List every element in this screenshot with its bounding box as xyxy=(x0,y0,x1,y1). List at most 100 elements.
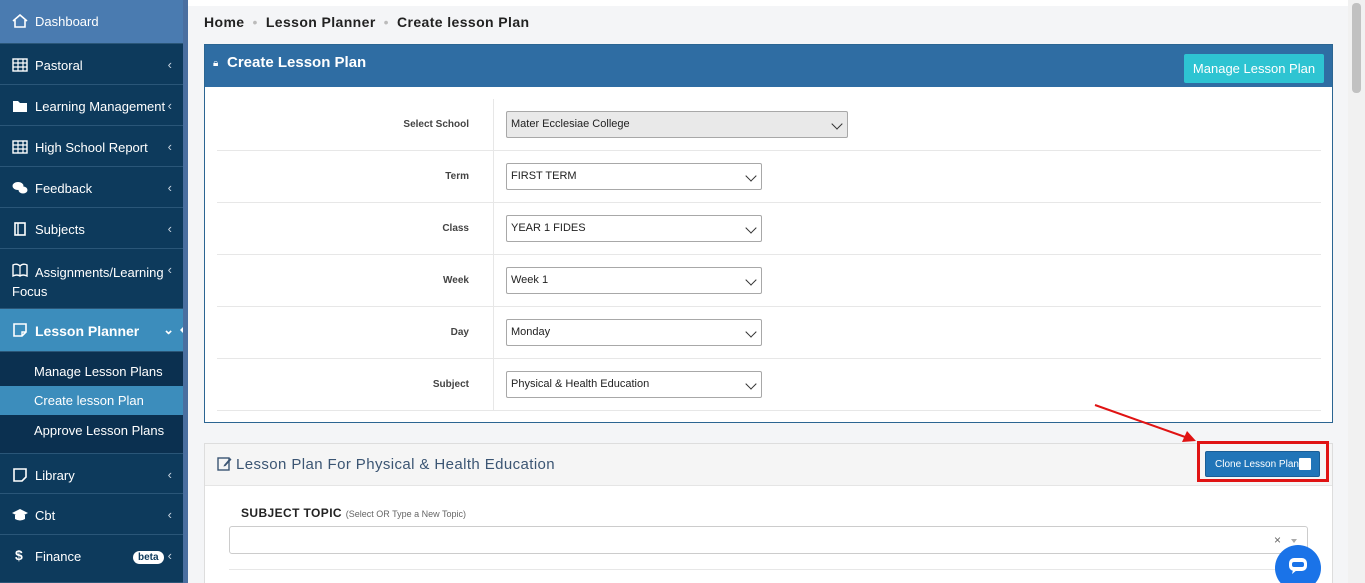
select-value: Week 1 xyxy=(511,274,549,286)
chevron-left-icon: ‹ xyxy=(167,548,172,563)
clear-icon[interactable]: × xyxy=(1274,533,1281,547)
topic-label-text: SUBJECT TOPIC xyxy=(241,506,342,520)
panel-header: 🔒︎ Create Lesson Plan Manage Lesson Plan xyxy=(205,45,1332,87)
sidebar: Dashboard Pastoral ‹ Learning Management… xyxy=(0,0,188,583)
button-label: Clone Lesson Plan xyxy=(1215,459,1299,470)
form-row-day: Day Monday xyxy=(217,307,1321,359)
form-row-school: Select School Mater Ecclesiae College xyxy=(217,99,1321,151)
sidebar-item-assignments[interactable]: Assignments/Learning Focus ‹ xyxy=(0,249,188,309)
chevron-left-icon: ‹ xyxy=(167,180,172,195)
field-label: Class xyxy=(442,223,469,234)
row-divider xyxy=(493,99,494,151)
sidebar-item-label: Assignments/Learning Focus xyxy=(12,265,164,299)
subject-topic-select[interactable]: × xyxy=(229,526,1308,554)
term-select[interactable]: FIRST TERM xyxy=(506,163,762,190)
subject-select[interactable]: Physical & Health Education xyxy=(506,371,762,398)
home-icon xyxy=(12,14,28,28)
sidebar-item-label: Finance xyxy=(35,549,82,564)
create-lesson-plan-panel: 🔒︎ Create Lesson Plan Manage Lesson Plan… xyxy=(204,44,1333,423)
caret-down-icon xyxy=(1291,539,1297,543)
sidebar-item-subjects[interactable]: Subjects ‹ xyxy=(0,208,188,249)
chevron-left-icon: ‹ xyxy=(167,507,172,522)
scrollbar[interactable] xyxy=(1348,0,1365,583)
breadcrumb: Home • Lesson Planner • Create lesson Plan xyxy=(204,14,529,30)
panel-title: Create Lesson Plan xyxy=(227,54,367,71)
breadcrumb-lesson-planner[interactable]: Lesson Planner xyxy=(266,14,376,30)
sidebar-item-finance[interactable]: $ Finance beta ‹ xyxy=(0,535,188,583)
row-divider xyxy=(493,203,494,255)
day-select[interactable]: Monday xyxy=(506,319,762,346)
select-value: FIRST TERM xyxy=(511,170,577,182)
chevron-down-icon xyxy=(745,326,757,338)
row-divider xyxy=(229,569,1308,570)
school-select[interactable]: Mater Ecclesiae College xyxy=(506,111,848,138)
form-row-class: Class YEAR 1 FIDES xyxy=(217,203,1321,255)
chevron-down-icon xyxy=(745,222,757,234)
panel-title: Lesson Plan For Physical & Health Educat… xyxy=(236,456,556,473)
row-divider xyxy=(493,307,494,359)
chevron-left-icon: ‹ xyxy=(167,262,172,277)
submenu-create-lesson-plan[interactable]: Create lesson Plan xyxy=(0,386,188,415)
submenu-approve-lesson-plans[interactable]: Approve Lesson Plans xyxy=(0,416,188,445)
breadcrumb-home[interactable]: Home xyxy=(204,14,245,30)
beta-badge: beta xyxy=(133,551,164,564)
chat-widget-button[interactable] xyxy=(1275,545,1321,583)
sidebar-item-library[interactable]: Library ‹ xyxy=(0,453,188,494)
sidebar-item-label: Learning Management xyxy=(35,99,166,114)
week-select[interactable]: Week 1 xyxy=(506,267,762,294)
chevron-left-icon: ‹ xyxy=(167,139,172,154)
sidebar-item-cbt[interactable]: Cbt ‹ xyxy=(0,494,188,535)
scrollbar-thumb[interactable] xyxy=(1352,3,1361,93)
sidebar-item-dashboard[interactable]: Dashboard xyxy=(0,0,188,44)
sidebar-item-label: Lesson Planner xyxy=(35,323,140,339)
row-divider xyxy=(493,151,494,203)
chat-bubble-icon xyxy=(1289,558,1307,574)
chevron-left-icon: ‹ xyxy=(167,98,172,113)
lesson-planner-submenu: Manage Lesson Plans Create lesson Plan A… xyxy=(0,352,188,453)
sidebar-item-label: Dashboard xyxy=(35,14,99,29)
select-value: YEAR 1 FIDES xyxy=(511,222,586,234)
annotation-arrow xyxy=(1094,404,1196,442)
sidebar-item-learning-management[interactable]: Learning Management ‹ xyxy=(0,85,188,126)
folder-icon xyxy=(13,101,27,112)
breadcrumb-separator: • xyxy=(252,14,258,30)
note-icon xyxy=(13,323,27,337)
external-edit-icon xyxy=(1299,458,1311,470)
chevron-down-icon xyxy=(745,170,757,182)
row-divider xyxy=(493,255,494,307)
chevron-down-icon xyxy=(745,274,757,286)
clone-lesson-plan-button[interactable]: Clone Lesson Plan xyxy=(1205,451,1320,477)
submenu-manage-lesson-plans[interactable]: Manage Lesson Plans xyxy=(0,357,188,386)
edit-icon xyxy=(217,457,232,471)
sidebar-item-label: Library xyxy=(35,468,75,483)
sidebar-item-feedback[interactable]: Feedback ‹ xyxy=(0,167,188,208)
book-icon xyxy=(13,468,27,482)
select-value: Mater Ecclesiae College xyxy=(511,118,630,130)
sidebar-item-lesson-planner[interactable]: Lesson Planner ⌄ xyxy=(0,309,188,352)
table-icon xyxy=(12,140,28,154)
sidebar-item-high-school-report[interactable]: High School Report ‹ xyxy=(0,126,188,167)
sidebar-item-pastoral[interactable]: Pastoral ‹ xyxy=(0,44,188,85)
table-icon xyxy=(12,58,28,72)
manage-lesson-plan-button[interactable]: Manage Lesson Plan xyxy=(1184,54,1324,83)
sidebar-item-label: Pastoral xyxy=(35,58,83,73)
comments-icon xyxy=(12,182,28,194)
chevron-left-icon: ‹ xyxy=(167,221,172,236)
class-select[interactable]: YEAR 1 FIDES xyxy=(506,215,762,242)
sidebar-item-label: Feedback xyxy=(35,181,93,196)
sidebar-item-label: Cbt xyxy=(35,508,56,523)
breadcrumb-separator: • xyxy=(383,14,389,30)
form-row-week: Week Week 1 xyxy=(217,255,1321,307)
select-value: Physical & Health Education xyxy=(511,378,650,390)
breadcrumb-current: Create lesson Plan xyxy=(396,14,530,30)
top-bar xyxy=(188,0,1348,6)
sidebar-item-label: High School Report xyxy=(35,140,148,155)
chevron-down-icon xyxy=(831,118,843,130)
form-row-term: Term FIRST TERM xyxy=(217,151,1321,203)
field-label: Term xyxy=(445,171,469,182)
field-label: Subject xyxy=(432,379,469,390)
lock-icon: 🔒︎ xyxy=(213,58,219,69)
graduation-cap-icon xyxy=(12,509,28,521)
chevron-left-icon: ‹ xyxy=(167,467,172,482)
field-label: Select School xyxy=(403,119,469,130)
